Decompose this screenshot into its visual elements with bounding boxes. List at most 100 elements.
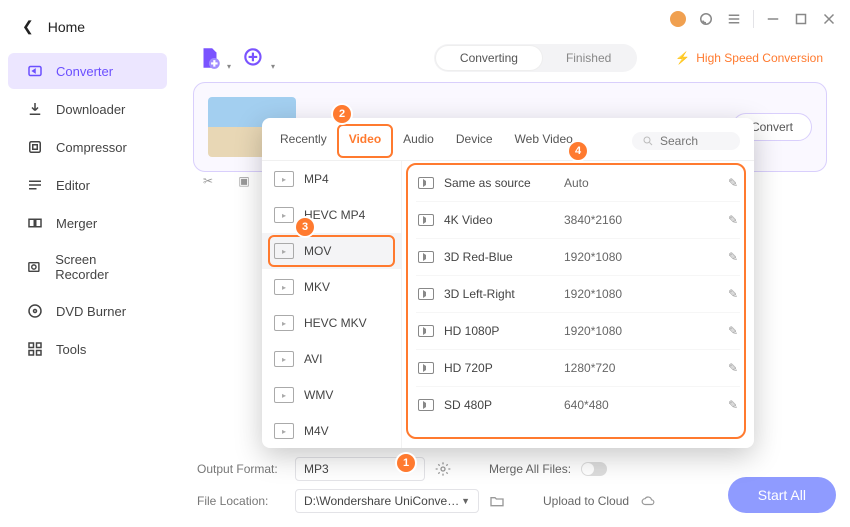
edit-preset-icon[interactable]: ✎ [728, 287, 738, 301]
fmt-hevc-mp4[interactable]: ▸ HEVC MP4 [262, 197, 401, 233]
tools-icon [26, 340, 44, 358]
fmt-label: HEVC MP4 [304, 208, 365, 222]
callout-4: 4 [569, 142, 587, 160]
chevron-down-icon: ▼ [461, 496, 470, 506]
callout-3: 3 [296, 218, 314, 236]
edit-preset-icon[interactable]: ✎ [728, 176, 738, 190]
res-720p[interactable]: HD 720P1280*720✎ [416, 350, 740, 387]
sidebar-item-dvd-burner[interactable]: DVD Burner [8, 293, 167, 329]
res-3d-red-blue[interactable]: 3D Red-Blue1920*1080✎ [416, 239, 740, 276]
res-4k[interactable]: 4K Video3840*2160✎ [416, 202, 740, 239]
bolt-icon: ⚡ [675, 51, 690, 65]
preset-icon [418, 288, 434, 300]
menu-icon[interactable] [725, 10, 743, 28]
pop-tab-video[interactable]: Video [345, 128, 385, 154]
pop-tab-device[interactable]: Device [452, 128, 497, 154]
support-icon[interactable] [697, 10, 715, 28]
preset-icon [418, 177, 434, 189]
sidebar-label: Compressor [56, 140, 127, 155]
merger-icon [26, 214, 44, 232]
fmt-mp4[interactable]: ▸ MP4 [262, 161, 401, 197]
sidebar-item-merger[interactable]: Merger [8, 205, 167, 241]
sidebar-label: Converter [56, 64, 113, 79]
preset-icon [418, 399, 434, 411]
callout-2: 2 [333, 105, 351, 123]
cut-icon[interactable]: ✂ [200, 173, 216, 189]
recorder-icon [26, 258, 43, 276]
tab-finished[interactable]: Finished [542, 46, 635, 70]
fmt-label: MP4 [304, 172, 329, 186]
fmt-mkv[interactable]: ▸ MKV [262, 269, 401, 305]
fmt-mov[interactable]: ▸MOV [262, 233, 401, 269]
fmt-avi[interactable]: ▸AVI [262, 341, 401, 377]
dvd-icon [26, 302, 44, 320]
fmt-label: WMV [304, 388, 333, 402]
sidebar-item-screen-recorder[interactable]: Screen Recorder [8, 243, 167, 291]
open-folder-icon[interactable] [489, 493, 505, 509]
edit-preset-icon[interactable]: ✎ [728, 324, 738, 338]
edit-preset-icon[interactable]: ✎ [728, 250, 738, 264]
sidebar-item-editor[interactable]: Editor [8, 167, 167, 203]
fmt-label: M4V [304, 424, 329, 438]
video-file-icon: ▸ [274, 207, 294, 223]
fmt-wmv[interactable]: ▸ WMV [262, 377, 401, 413]
search-icon [642, 135, 654, 147]
chevron-left-icon: ❮ [22, 18, 34, 35]
high-speed-toggle[interactable]: ⚡ High Speed Conversion [675, 51, 835, 65]
pop-tab-web-video[interactable]: Web Video [511, 128, 577, 154]
close-button[interactable] [820, 10, 838, 28]
output-format-value: MP3 [304, 462, 329, 476]
cloud-icon[interactable] [639, 494, 657, 508]
preset-icon [418, 362, 434, 374]
start-all-button[interactable]: Start All [728, 477, 836, 513]
video-file-icon: ▸ [274, 315, 294, 331]
file-location-select[interactable]: D:\Wondershare UniConverter 1 ▼ [295, 489, 479, 513]
fmt-m4v[interactable]: ▸ M4V [262, 413, 401, 448]
maximize-button[interactable] [792, 10, 810, 28]
sidebar-item-converter[interactable]: Converter [8, 53, 167, 89]
video-file-icon: ▸ [274, 279, 294, 295]
callout-1: 1 [397, 454, 415, 472]
res-1080p[interactable]: HD 1080P1920*1080✎ [416, 313, 740, 350]
download-icon [26, 100, 44, 118]
video-file-icon: ▸ [274, 387, 294, 403]
format-search[interactable] [632, 132, 740, 150]
hsc-label: High Speed Conversion [696, 51, 823, 65]
tab-converting[interactable]: Converting [436, 46, 542, 70]
sidebar-label: Merger [56, 216, 97, 231]
avatar[interactable] [669, 10, 687, 28]
search-input[interactable] [660, 134, 730, 148]
home-label: Home [48, 19, 85, 35]
preset-icon [418, 325, 434, 337]
video-file-icon: ▸ [274, 423, 294, 439]
edit-preset-icon[interactable]: ✎ [728, 213, 738, 227]
add-file-button[interactable]: ▾ [197, 45, 223, 71]
pop-tab-recently[interactable]: Recently [276, 128, 331, 154]
back-home[interactable]: ❮ Home [0, 10, 175, 51]
sidebar-label: Editor [56, 178, 90, 193]
res-3d-left-right[interactable]: 3D Left-Right1920*1080✎ [416, 276, 740, 313]
edit-preset-icon[interactable]: ✎ [728, 361, 738, 375]
sidebar-label: Tools [56, 342, 86, 357]
fmt-label: MKV [304, 280, 330, 294]
crop-icon[interactable]: ▣ [236, 173, 252, 189]
video-file-icon: ▸ [274, 171, 294, 187]
file-location-label: File Location: [197, 494, 285, 508]
edit-preset-icon[interactable]: ✎ [728, 398, 738, 412]
add-folder-button[interactable]: ▾ [241, 45, 267, 71]
res-same-as-source[interactable]: Same as sourceAuto✎ [416, 165, 740, 202]
res-480p[interactable]: SD 480P640*480✎ [416, 387, 740, 423]
minimize-button[interactable] [764, 10, 782, 28]
fmt-hevc-mkv[interactable]: ▸HEVC MKV [262, 305, 401, 341]
merge-toggle[interactable] [581, 462, 607, 476]
compressor-icon [26, 138, 44, 156]
output-format-label: Output Format: [197, 462, 285, 476]
sidebar-item-compressor[interactable]: Compressor [8, 129, 167, 165]
sidebar-item-tools[interactable]: Tools [8, 331, 167, 367]
tabs-converting-finished[interactable]: Converting Finished [434, 44, 637, 72]
sidebar-label: Screen Recorder [55, 252, 149, 282]
sidebar-item-downloader[interactable]: Downloader [8, 91, 167, 127]
sidebar-label: Downloader [56, 102, 125, 117]
pop-tab-audio[interactable]: Audio [399, 128, 438, 154]
settings-icon[interactable] [435, 461, 451, 477]
